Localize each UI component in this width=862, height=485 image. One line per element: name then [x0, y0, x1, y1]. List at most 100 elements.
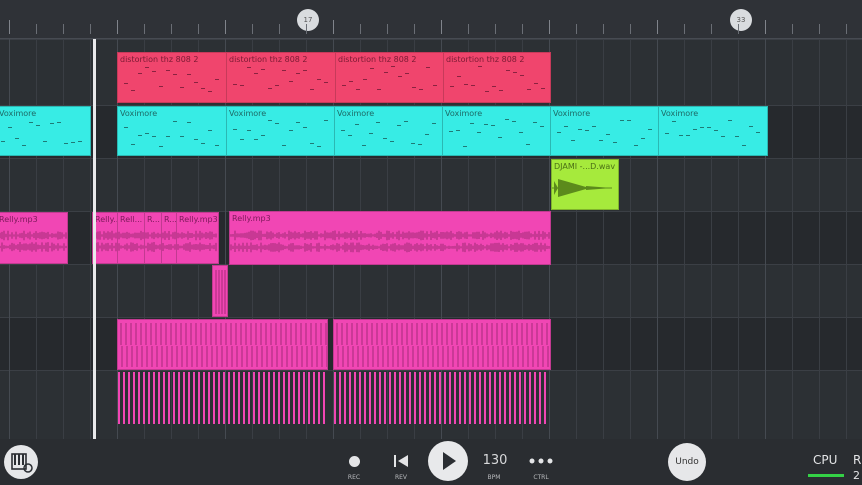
note [173, 121, 177, 122]
note [506, 70, 510, 71]
ruler-tick [252, 24, 253, 34]
record-label: REC [347, 474, 361, 481]
undo-button[interactable]: Undo [668, 443, 706, 481]
note [456, 130, 460, 131]
pattern-clip[interactable]: Voximore [334, 106, 443, 156]
audio-clip[interactable] [212, 265, 228, 317]
pattern-clip[interactable]: distortion thz 808 2 [443, 52, 551, 103]
note [43, 141, 47, 142]
clip-label: Voximore [229, 109, 267, 118]
play-button[interactable] [428, 441, 468, 481]
note [534, 83, 538, 84]
note [317, 146, 321, 147]
pattern-clip[interactable]: Voximore [550, 106, 659, 156]
note [317, 79, 321, 80]
note [282, 70, 286, 71]
audio-clip[interactable]: Rell... [117, 212, 145, 264]
pattern-clip[interactable]: Voximore [0, 106, 91, 156]
note [356, 89, 360, 90]
note [742, 145, 746, 146]
note [432, 123, 436, 124]
note [194, 82, 198, 83]
note [348, 135, 352, 136]
note [700, 127, 704, 128]
track-lane-3[interactable] [0, 158, 862, 211]
note [145, 133, 149, 134]
ruler-tick [387, 24, 388, 34]
ruler-tick [63, 24, 64, 34]
note [470, 123, 474, 124]
ruler-tick [225, 20, 226, 34]
ruler-tick [684, 24, 685, 34]
tempo-value[interactable]: 130 [478, 453, 512, 468]
note [557, 132, 561, 133]
note [275, 123, 279, 124]
note [247, 130, 251, 131]
note [1, 141, 5, 142]
tempo-label: BPM [487, 474, 501, 481]
ruler-tick [522, 24, 523, 34]
note [541, 88, 545, 89]
note [173, 74, 177, 75]
note [254, 73, 258, 74]
note [450, 86, 454, 87]
note [526, 144, 530, 145]
pattern-clip[interactable]: distortion thz 808 2 [335, 52, 444, 103]
track-lane-5[interactable] [0, 264, 862, 317]
note [303, 127, 307, 128]
audio-clip[interactable]: Relly.mp3 [176, 212, 219, 264]
pattern-clip[interactable]: distortion thz 808 2 [226, 52, 336, 103]
grid-line [792, 39, 793, 439]
ruler-tick [738, 24, 739, 34]
note [187, 122, 191, 123]
pattern-clip[interactable]: Voximore [658, 106, 768, 156]
note [756, 132, 760, 133]
pattern-clip[interactable]: Voximore [442, 106, 551, 156]
note [398, 76, 402, 77]
note [499, 90, 503, 91]
audio-clip[interactable]: DJAMI -...D.wav [551, 159, 619, 210]
audio-clip[interactable]: R... [161, 212, 177, 264]
playhead[interactable] [93, 39, 96, 439]
audio-clip[interactable]: R... [144, 212, 162, 264]
ruler-tick [171, 24, 172, 34]
ruler-tick [603, 24, 604, 34]
bar-marker-33[interactable]: 33 [730, 9, 752, 31]
note [464, 84, 468, 85]
note [620, 120, 624, 121]
pattern-clip[interactable] [117, 319, 328, 370]
more-button[interactable] [527, 453, 555, 467]
note [578, 129, 582, 130]
ruler-tick [549, 20, 550, 34]
track-divider [0, 317, 862, 318]
note [491, 125, 495, 126]
grid-line [819, 39, 820, 439]
bar-marker-17[interactable]: 17 [297, 9, 319, 31]
audio-clip[interactable]: Relly.mp3 [229, 211, 551, 265]
pattern-clip[interactable] [333, 319, 551, 370]
note [370, 68, 374, 69]
edge-label: R [853, 453, 862, 467]
note [369, 133, 373, 134]
note [131, 90, 135, 91]
audio-waveform [552, 179, 612, 197]
pattern-clip[interactable]: Voximore [226, 106, 335, 156]
pattern-clip[interactable]: Voximore [117, 106, 227, 156]
rewind-button[interactable] [392, 453, 410, 469]
record-button[interactable] [347, 455, 361, 469]
ruler-tick [360, 24, 361, 34]
note [498, 137, 502, 138]
note [247, 67, 251, 68]
timeline-ruler[interactable]: 17 33 [0, 0, 862, 39]
note [341, 130, 345, 131]
audio-clip[interactable]: Relly.mp3 [0, 212, 68, 264]
note [686, 135, 690, 136]
ruler-tick [90, 24, 91, 34]
ruler-tick [468, 24, 469, 34]
note [261, 69, 265, 70]
note [693, 129, 697, 130]
piano-roll-button[interactable] [4, 445, 38, 479]
note [540, 126, 544, 127]
pattern-clip[interactable]: distortion thz 808 2 [117, 52, 227, 103]
piano-settings-icon [11, 453, 33, 473]
